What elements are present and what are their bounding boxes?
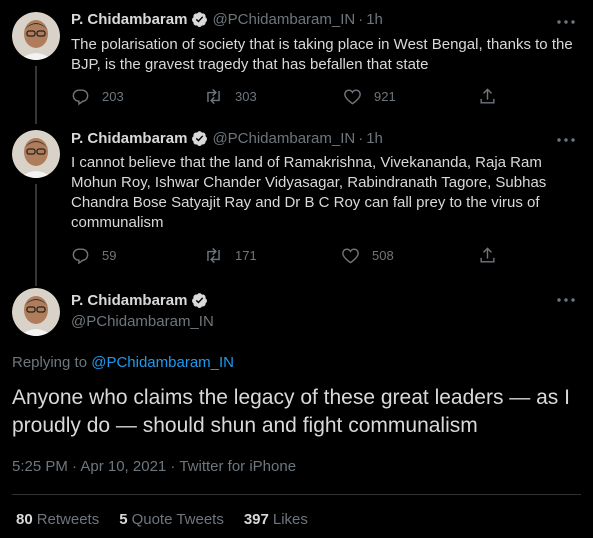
heart-icon: [344, 89, 361, 105]
reply-count: 59: [102, 248, 117, 263]
tweet-handle-row: @PChidambaram_IN: [71, 313, 214, 330]
separator: ·: [358, 11, 364, 28]
main-tweet-text: Anyone who claims the legacy of these gr…: [12, 386, 570, 437]
retweet-count: 171: [235, 248, 257, 263]
verified-badge-icon: [191, 130, 208, 147]
author-handle[interactable]: @PChidambaram_IN: [212, 130, 355, 147]
divider: [12, 494, 581, 495]
share-button[interactable]: [478, 246, 509, 265]
author-handle[interactable]: @PChidambaram_IN: [212, 11, 355, 28]
verified-badge-icon: [191, 292, 208, 309]
tweet-stats: 80 Retweets 5 Quote Tweets 397 Likes: [16, 511, 328, 528]
quotes-count: 5: [119, 511, 128, 528]
retweet-button[interactable]: 303: [204, 87, 257, 106]
tweet-header: P. Chidambaram @PChidambaram_IN · 1h: [71, 130, 383, 147]
share-icon: [480, 247, 495, 263]
reply-button[interactable]: 203: [71, 87, 124, 106]
thread-line: [35, 66, 37, 124]
more-icon[interactable]: [555, 292, 577, 308]
reply-button[interactable]: 59: [71, 246, 116, 265]
like-button[interactable]: 921: [343, 87, 396, 106]
tweet-meta[interactable]: 5:25 PM · Apr 10, 2021 · Twitter for iPh…: [12, 458, 296, 475]
heart-icon: [342, 248, 359, 264]
like-count: 508: [372, 248, 394, 263]
replying-label: Replying to: [12, 354, 88, 371]
tweet-header: P. Chidambaram: [71, 292, 212, 309]
separator: ·: [358, 130, 364, 147]
more-icon[interactable]: [555, 14, 577, 30]
mention-link[interactable]: @PChidambaram_IN: [91, 354, 234, 371]
replying-to: Replying to @PChidambaram_IN: [12, 354, 234, 371]
share-icon: [480, 88, 495, 104]
tweet-time[interactable]: 1h: [366, 11, 383, 28]
like-button[interactable]: 508: [341, 246, 394, 265]
like-count: 921: [374, 89, 396, 104]
retweet-icon: [207, 88, 220, 105]
retweets-stat[interactable]: 80 Retweets: [16, 511, 99, 528]
author-handle[interactable]: @PChidambaram_IN: [71, 313, 214, 330]
likes-label: Likes: [272, 511, 308, 528]
tweet-text: The polarisation of society that is taki…: [71, 36, 573, 73]
tweet-text: I cannot believe that the land of Ramakr…: [71, 154, 547, 231]
tweet-header: P. Chidambaram @PChidambaram_IN · 1h: [71, 11, 383, 28]
reply-icon: [72, 89, 89, 106]
retweet-button[interactable]: 171: [204, 246, 257, 265]
thread-line: [35, 184, 37, 286]
retweets-label: Retweets: [36, 511, 100, 528]
quotes-label: Quote Tweets: [131, 511, 224, 528]
tweet-actions: 59 171 508: [71, 246, 501, 266]
retweet-icon: [207, 247, 220, 264]
avatar[interactable]: [12, 130, 60, 178]
retweet-count: 303: [235, 89, 257, 104]
likes-stat[interactable]: 397 Likes: [244, 511, 308, 528]
author-name[interactable]: P. Chidambaram: [71, 11, 187, 28]
tweet-actions: 203 303 921: [71, 87, 501, 107]
likes-count: 397: [243, 511, 269, 528]
tweet-time[interactable]: 1h: [366, 130, 383, 147]
share-button[interactable]: [478, 87, 509, 106]
author-name[interactable]: P. Chidambaram: [71, 130, 187, 147]
verified-badge-icon: [191, 11, 208, 28]
reply-icon: [72, 248, 89, 265]
retweets-count: 80: [16, 511, 33, 528]
avatar[interactable]: [12, 12, 60, 60]
quote-tweets-stat[interactable]: 5 Quote Tweets: [119, 511, 224, 528]
author-name[interactable]: P. Chidambaram: [71, 292, 187, 309]
more-icon[interactable]: [555, 132, 577, 148]
reply-count: 203: [102, 89, 124, 104]
avatar[interactable]: [12, 288, 60, 336]
